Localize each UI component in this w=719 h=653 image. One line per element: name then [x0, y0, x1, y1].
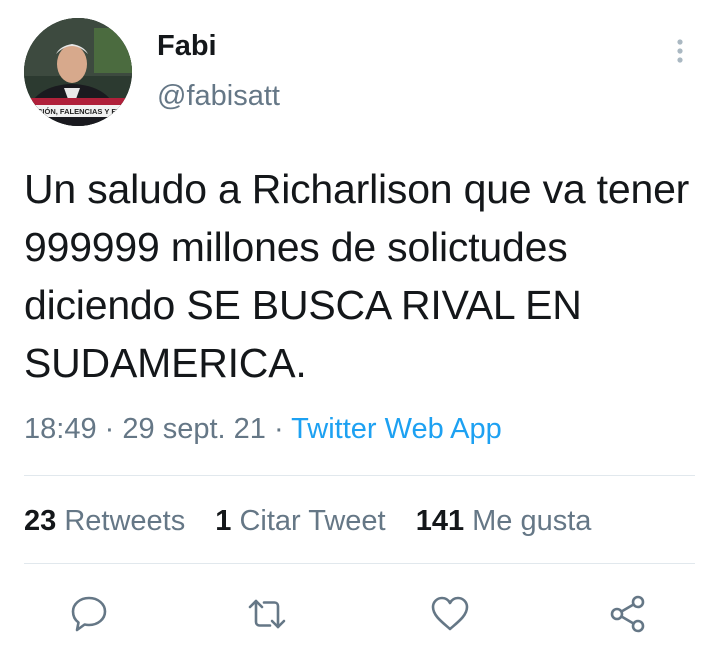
likes-label: Me gusta: [472, 505, 592, 537]
profile-photo: EPCIÓN, FALENCIAS Y FRUSTRA: [24, 18, 132, 126]
tweet-time[interactable]: 18:49: [24, 413, 97, 445]
tweet-metadata: 18:49 · 29 sept. 21 · Twitter Web App: [24, 413, 502, 446]
author-display-name[interactable]: Fabi: [157, 30, 217, 63]
retweet-icon[interactable]: [245, 592, 289, 636]
tweet-stats: 23 Retweets 1 Citar Tweet 141 Me gusta: [24, 505, 613, 538]
tweet-text: Un saludo a Richarlison que va tener 999…: [24, 166, 690, 386]
divider: [24, 563, 695, 564]
quotes-stat[interactable]: 1 Citar Tweet: [215, 505, 393, 537]
retweets-label: Retweets: [64, 505, 186, 537]
tweet-source-link[interactable]: Twitter Web App: [291, 413, 502, 445]
likes-stat[interactable]: 141 Me gusta: [416, 505, 592, 537]
like-icon[interactable]: [428, 592, 472, 636]
author-handle[interactable]: @fabisatt: [157, 80, 280, 113]
tweet-date[interactable]: 29 sept. 21: [122, 413, 266, 445]
retweets-count: 23: [24, 505, 57, 537]
divider: [24, 475, 695, 476]
likes-count: 141: [415, 505, 465, 537]
author-avatar[interactable]: EPCIÓN, FALENCIAS Y FRUSTRA: [24, 18, 132, 126]
retweets-stat[interactable]: 23 Retweets: [24, 505, 193, 537]
avatar-caption: EPCIÓN, FALENCIAS Y FRUSTRA: [27, 107, 132, 116]
meta-separator: ·: [273, 413, 284, 445]
more-options-icon[interactable]: [668, 36, 692, 68]
share-icon[interactable]: [606, 592, 650, 636]
meta-separator: ·: [104, 413, 115, 445]
quotes-count: 1: [215, 505, 232, 537]
reply-icon[interactable]: [67, 592, 111, 636]
quotes-label: Citar Tweet: [239, 505, 386, 537]
